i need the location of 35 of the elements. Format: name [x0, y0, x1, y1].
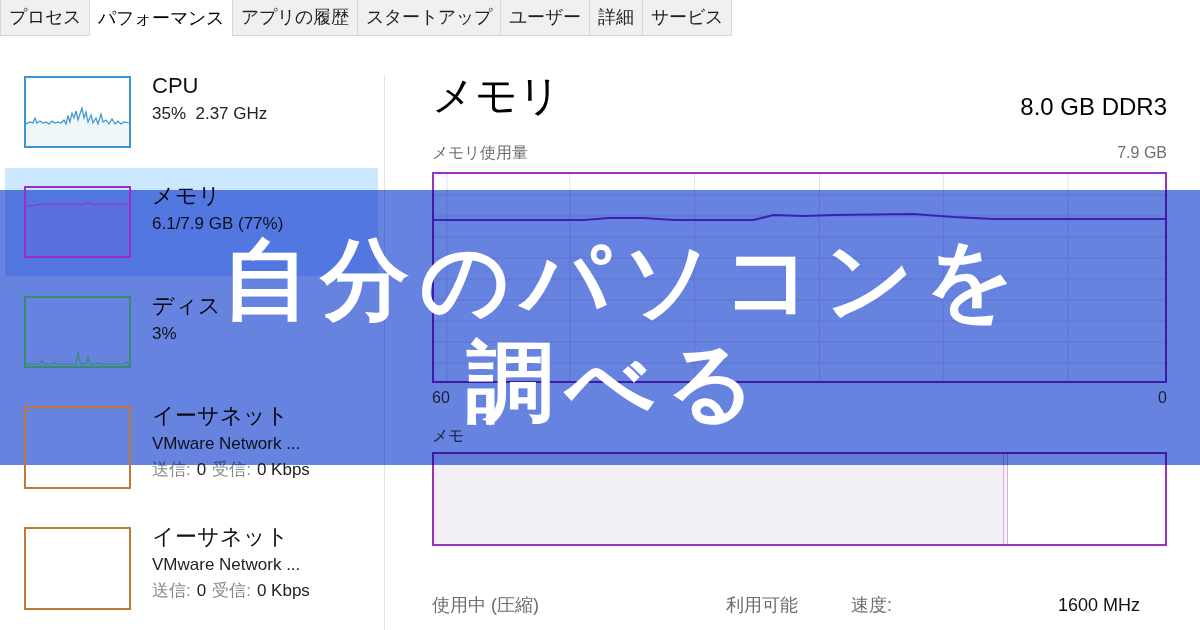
time-axis-start: 60 [432, 388, 450, 408]
composition-label: メモ [432, 426, 464, 446]
panel-title: メモリ [432, 71, 561, 121]
tab[interactable]: サービス [642, 0, 732, 36]
receive-label: 受信: [212, 459, 251, 481]
usage-text: 35% 2.37 GHz [152, 103, 268, 125]
chart-label: メモリ使用量 [432, 143, 528, 163]
tab[interactable]: スタートアップ [357, 0, 501, 36]
usage-text: 6.1/7.9 GB (77%) [152, 213, 284, 235]
stat-label: 利用可能 [726, 594, 799, 617]
send-value: 0 [196, 459, 207, 481]
receive-value: 0 Kbps [256, 580, 310, 602]
tab[interactable]: アプリの履歴 [232, 0, 358, 36]
resource-name: ディス [152, 292, 221, 320]
stat-label: 使用中 (圧縮) [432, 594, 540, 617]
stat-value: 1600 MHz [1058, 594, 1142, 617]
stat-label: 速度: [851, 594, 893, 617]
chart-max-label: 7.9 GB [1117, 143, 1167, 163]
tab[interactable]: プロセス [0, 0, 90, 36]
resource-name: CPU [152, 72, 200, 100]
tab[interactable]: 詳細 [589, 0, 643, 36]
send-label: 送信: [152, 459, 191, 481]
adapter-name: VMware Network ... [152, 554, 302, 576]
tab[interactable]: ユーザー [500, 0, 590, 36]
receive-value: 0 Kbps [256, 459, 310, 481]
send-value: 0 [196, 580, 207, 602]
resource-name: イーサネット [152, 402, 290, 430]
adapter-name: VMware Network ... [152, 433, 302, 455]
usage-text: 3% [152, 323, 178, 345]
resource-name: イーサネット [152, 523, 290, 551]
time-axis-end: 0 [1158, 388, 1167, 408]
receive-label: 受信: [212, 580, 251, 602]
send-label: 送信: [152, 580, 191, 602]
memory-capacity: 8.0 GB DDR3 [1020, 92, 1167, 122]
resource-name: メモリ [152, 182, 222, 210]
